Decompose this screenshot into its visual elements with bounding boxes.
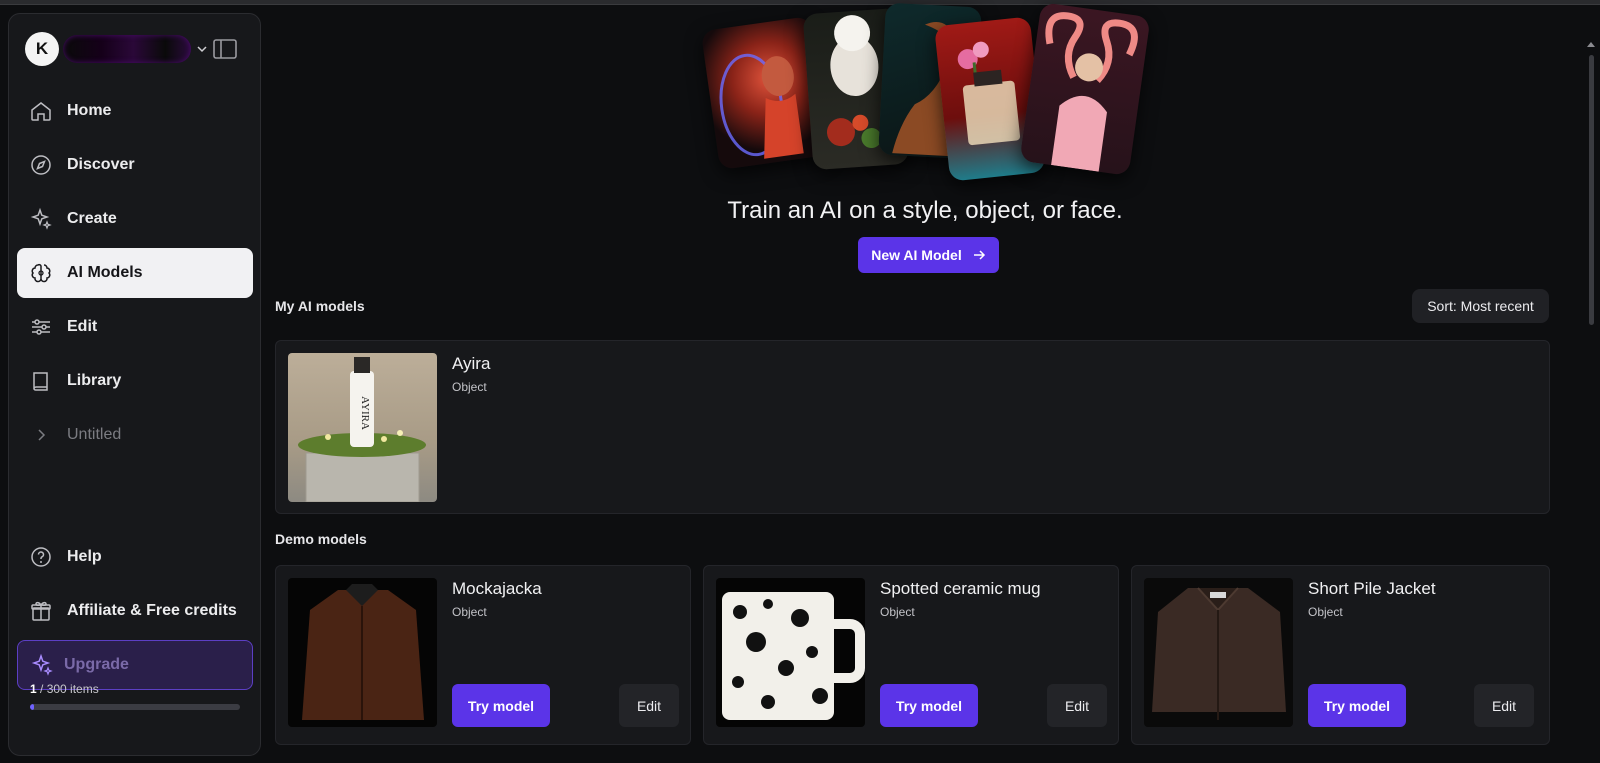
items-usage-bar — [30, 704, 240, 710]
model-thumbnail-mockajacka — [288, 578, 437, 727]
page-scrollbar-thumb[interactable] — [1589, 55, 1594, 325]
sidebar-item-discover[interactable]: Discover — [17, 140, 253, 190]
sidebar-item-edit[interactable]: Edit — [17, 302, 253, 352]
sidebar-item-untitled[interactable]: Untitled — [17, 410, 253, 460]
arrow-right-icon — [973, 250, 985, 260]
main-content: Train an AI on a style, object, or face.… — [270, 2, 1580, 763]
sidebar-toggle-icon[interactable] — [213, 39, 237, 59]
sidebar-item-label: Discover — [67, 156, 135, 173]
model-name: Spotted ceramic mug — [880, 579, 1041, 598]
sparkle-icon — [31, 653, 53, 676]
items-used: 1 — [30, 682, 37, 696]
sidebar-item-help[interactable]: Help — [17, 532, 253, 582]
chevron-right-icon — [38, 429, 46, 441]
try-model-button[interactable]: Try model — [452, 684, 550, 727]
my-models-title: My AI models — [275, 298, 365, 314]
sidebar-item-label: Affiliate & Free credits — [67, 602, 237, 619]
model-name: Short Pile Jacket — [1308, 579, 1436, 598]
model-type: Object — [1308, 605, 1343, 619]
edit-model-button[interactable]: Edit — [1474, 684, 1534, 727]
sidebar: K Home Discover Create AI Models Edit Li… — [8, 13, 261, 756]
sidebar-item-label: Home — [67, 102, 112, 119]
book-icon — [33, 372, 48, 391]
brand-logo: K — [25, 32, 59, 66]
items-usage-bar-fill — [30, 704, 35, 710]
sidebar-item-affiliate[interactable]: Affiliate & Free credits — [17, 586, 253, 636]
demo-model-card-mockajacka[interactable]: Mockajacka Object Try model Edit — [275, 565, 691, 745]
sidebar-item-label: Edit — [67, 318, 98, 335]
sidebar-item-home[interactable]: Home — [17, 86, 253, 136]
demo-models-title: Demo models — [275, 531, 367, 547]
chevron-down-icon — [197, 46, 207, 53]
model-thumbnail-short-pile-jacket — [1144, 578, 1293, 727]
sort-dropdown[interactable]: Sort: Most recent — [1412, 289, 1549, 323]
sidebar-item-label: Create — [67, 210, 117, 227]
jacket-graphic — [302, 584, 424, 720]
edit-model-button[interactable]: Edit — [1047, 684, 1107, 727]
model-thumbnail-mug — [716, 578, 865, 727]
sparkle-icon — [30, 207, 52, 230]
sidebar-item-label: Library — [67, 372, 122, 389]
model-name: Ayira — [452, 354, 491, 373]
try-model-button[interactable]: Try model — [880, 684, 978, 727]
scroll-up-arrow-icon[interactable] — [1586, 40, 1596, 48]
model-type: Object — [452, 380, 487, 394]
try-model-button[interactable]: Try model — [1308, 684, 1406, 727]
items-usage-text: 1 / 300 items — [30, 682, 99, 696]
sidebar-item-label: Untitled — [67, 426, 122, 443]
sidebar-bottom: Help Affiliate & Free credits Upgrade — [17, 532, 253, 690]
upgrade-label: Upgrade — [64, 656, 129, 673]
fur-jacket-graphic — [1152, 587, 1286, 720]
new-ai-model-button[interactable]: New AI Model — [858, 237, 999, 273]
bottle-label: AYIRA — [359, 396, 371, 430]
mug-graphic — [722, 592, 865, 720]
edit-model-button[interactable]: Edit — [619, 684, 679, 727]
model-type: Object — [880, 605, 915, 619]
help-circle-icon — [31, 547, 51, 567]
model-type: Object — [452, 605, 487, 619]
model-thumbnail-ayira: AYIRA — [288, 353, 437, 502]
demo-model-card-short-pile-jacket[interactable]: Short Pile Jacket Object Try model Edit — [1131, 565, 1550, 745]
sidebar-item-create[interactable]: Create — [17, 194, 253, 244]
sliders-icon — [32, 319, 50, 335]
flamingo-graphic — [1045, 12, 1138, 172]
model-name: Mockajacka — [452, 579, 542, 598]
new-ai-model-label: New AI Model — [871, 247, 962, 263]
demo-model-card-mug[interactable]: Spotted ceramic mug Object Try model Edi… — [703, 565, 1119, 745]
sidebar-item-label: Help — [67, 548, 102, 565]
sidebar-item-ai-models[interactable]: AI Models — [17, 248, 253, 298]
sidebar-item-library[interactable]: Library — [17, 356, 253, 406]
hero-image-collage — [700, 2, 1151, 190]
home-icon — [31, 102, 51, 121]
my-model-card-ayira[interactable]: AYIRA Ayira Object — [275, 340, 1550, 514]
brain-icon — [31, 263, 51, 283]
hero-card-flamingo — [1019, 2, 1151, 176]
sidebar-item-label: AI Models — [67, 264, 143, 281]
items-total: / 300 items — [36, 682, 99, 696]
workspace-name-redacted — [63, 35, 191, 63]
workspace-switcher[interactable]: K — [25, 32, 209, 66]
bottle-graphic: AYIRA — [298, 357, 426, 502]
hero-title: Train an AI on a style, object, or face. — [727, 197, 1123, 224]
main-nav: Home Discover Create AI Models Edit Libr… — [17, 86, 253, 464]
compass-icon — [31, 155, 51, 175]
gift-icon — [31, 601, 51, 621]
